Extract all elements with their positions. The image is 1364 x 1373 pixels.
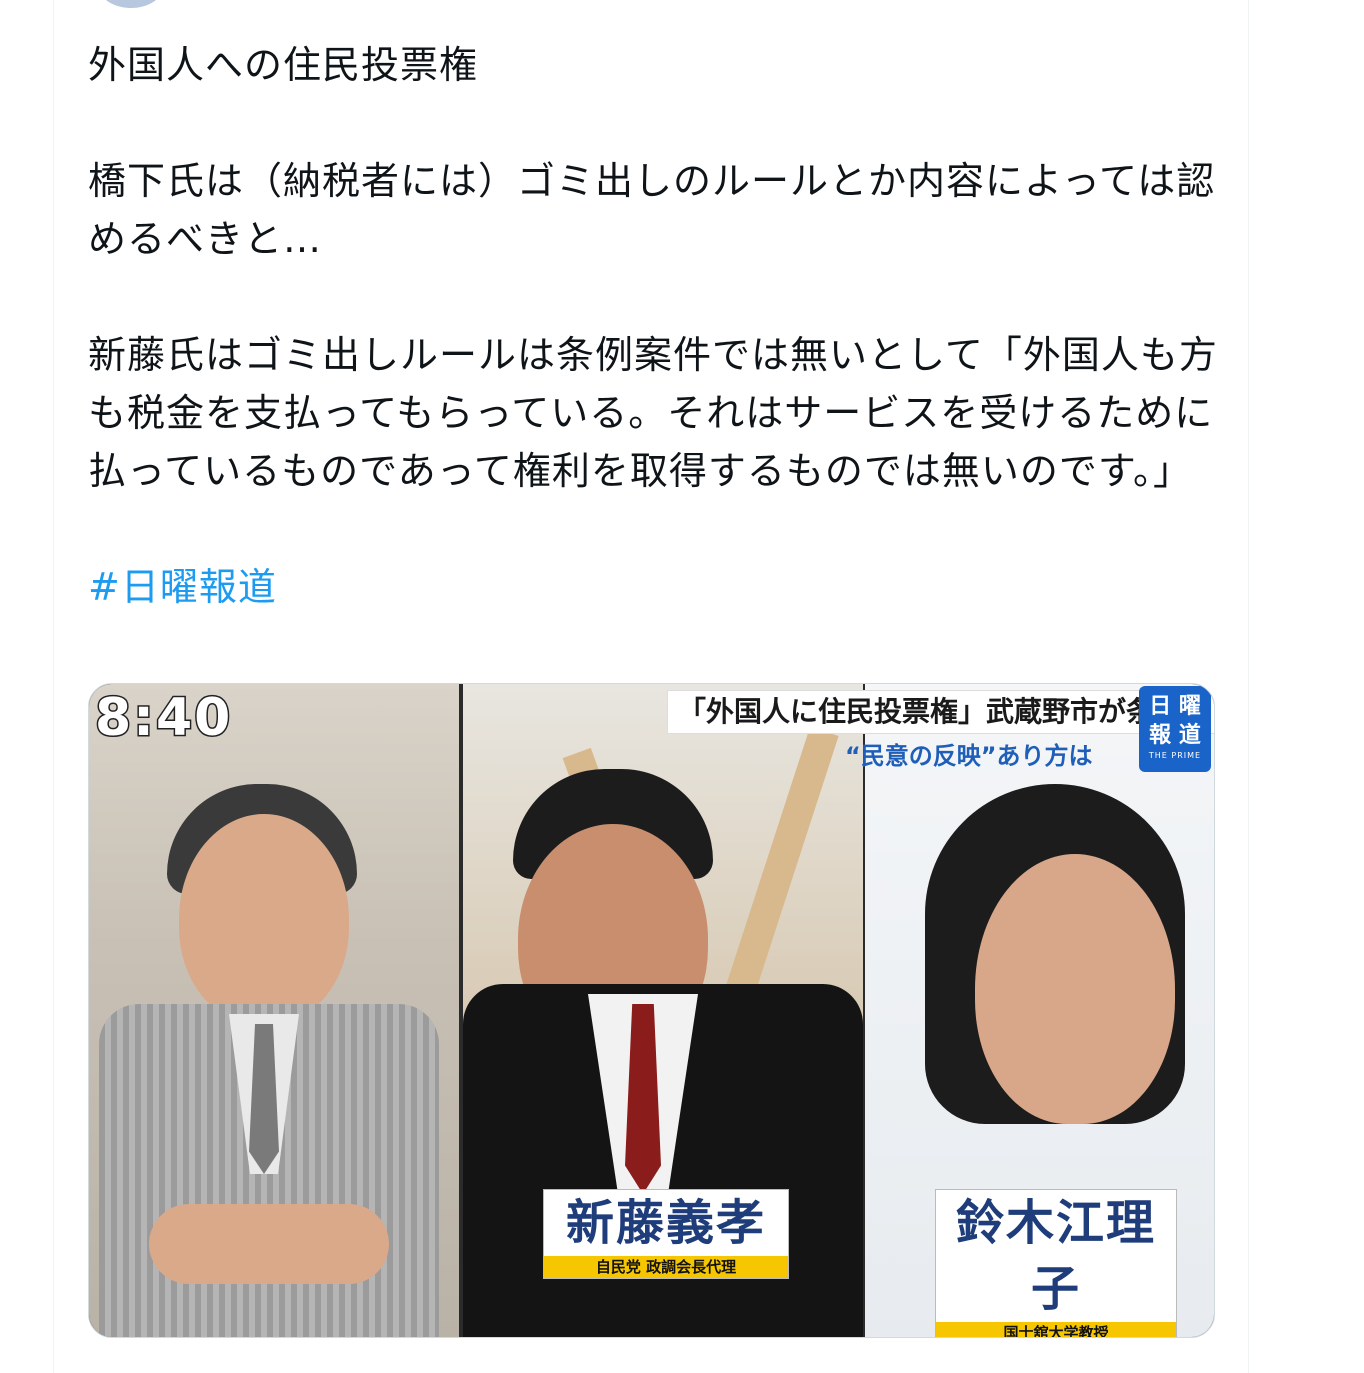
tweet-paragraph-3: 新藤氏はゴミ出しルールは条例案件では無いとして「外国人も方も税金を支払ってもらっ… [88,333,1218,493]
video-panel-right: 鈴木江理子 国士舘大学教授 [865,684,1214,1337]
hashtag-link[interactable]: #日曜報道 [88,565,277,609]
video-panel-center: 新藤義孝 自民党 政調会長代理 [463,684,863,1337]
tweet-media-image[interactable]: 新藤義孝 自民党 政調会長代理 鈴木江理子 国士舘大学教授 8:40 「外国人に… [88,683,1215,1338]
logo-line-1: 日 曜 [1149,694,1201,719]
logo-line-3: THE PRIME [1148,751,1202,760]
guest-title: 国士舘大学教授 [936,1322,1176,1337]
logo-line-2: 報 道 [1149,723,1201,748]
nameplate-center: 新藤義孝 自民党 政調会長代理 [543,1189,789,1279]
news-subheadline: “民意の反映”あり方は [845,742,1093,770]
nameplate-right: 鈴木江理子 国士舘大学教授 [935,1189,1177,1337]
tweet-paragraph-2: 橋下氏は（納税者には）ゴミ出しのルールとか内容によっては認めるべきと… [88,159,1216,261]
tweet-line-1: 外国人への住民投票権 [88,43,479,87]
video-panel-left [89,684,459,1337]
program-logo: 日 曜 報 道 THE PRIME [1139,686,1211,772]
guest-title: 自民党 政調会長代理 [544,1256,788,1278]
guest-name: 新藤義孝 [565,1195,766,1251]
news-headline: 「外国人に住民投票権」武蔵野市が条例案 [667,690,1214,734]
broadcast-clock: 8:40 [93,687,233,750]
tweet-text: 外国人への住民投票権 橋下氏は（納税者には）ゴミ出しのルールとか内容によっては認… [88,36,1218,616]
guest-name: 鈴木江理子 [955,1195,1156,1317]
